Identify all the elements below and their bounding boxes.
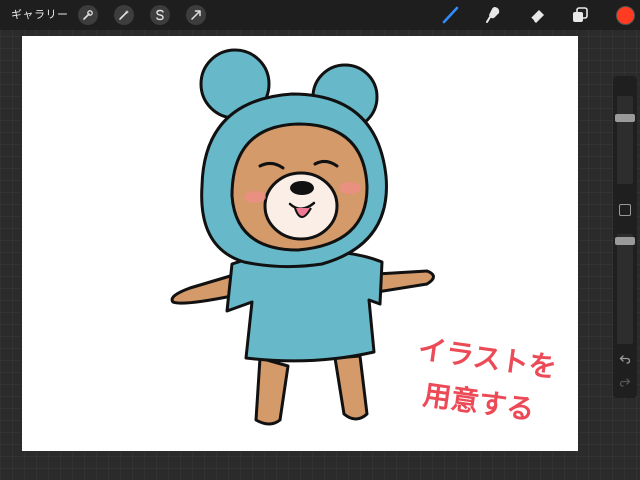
eraser-icon	[530, 10, 544, 23]
left-leg	[254, 356, 290, 426]
right-arm	[375, 269, 435, 294]
magic-wand-icon	[119, 10, 129, 20]
redo-icon	[619, 378, 631, 387]
undo-button[interactable]	[613, 351, 637, 367]
smudge-tool[interactable]	[483, 4, 505, 26]
handwritten-text-line1: イラストを	[416, 332, 559, 384]
handwritten-text-line2: 用意する	[421, 378, 537, 426]
transform-arrow-icon	[191, 10, 201, 20]
opacity-thumb[interactable]	[615, 237, 635, 246]
transform-button[interactable]	[186, 5, 206, 25]
redo-button[interactable]	[613, 374, 637, 390]
brush-sidebar	[613, 76, 637, 398]
selection-s-icon	[156, 9, 164, 21]
brush-tool[interactable]	[440, 4, 462, 26]
modify-button[interactable]	[619, 204, 631, 216]
top-toolbar: ギャラリー	[0, 0, 640, 30]
undo-icon	[619, 355, 631, 364]
layers-icon	[573, 7, 588, 22]
right-leg	[333, 354, 369, 421]
eraser-tool[interactable]	[526, 4, 548, 26]
layers-tool[interactable]	[569, 4, 591, 26]
adjustments-button[interactable]	[114, 5, 134, 25]
brush-icon	[442, 6, 459, 24]
gallery-button[interactable]: ギャラリー	[11, 7, 69, 23]
bear-illustration: イラストを 用意する	[170, 48, 559, 427]
drawing-canvas[interactable]: イラストを 用意する	[22, 36, 578, 451]
brush-size-thumb[interactable]	[615, 114, 635, 123]
brush-size-slider[interactable]	[615, 96, 635, 184]
opacity-slider[interactable]	[615, 234, 635, 344]
shirt	[225, 250, 384, 363]
smudge-icon	[486, 7, 500, 23]
actions-button[interactable]	[78, 5, 98, 25]
wrench-icon	[83, 10, 93, 20]
selection-button[interactable]	[150, 5, 170, 25]
color-picker-button[interactable]	[616, 6, 635, 25]
